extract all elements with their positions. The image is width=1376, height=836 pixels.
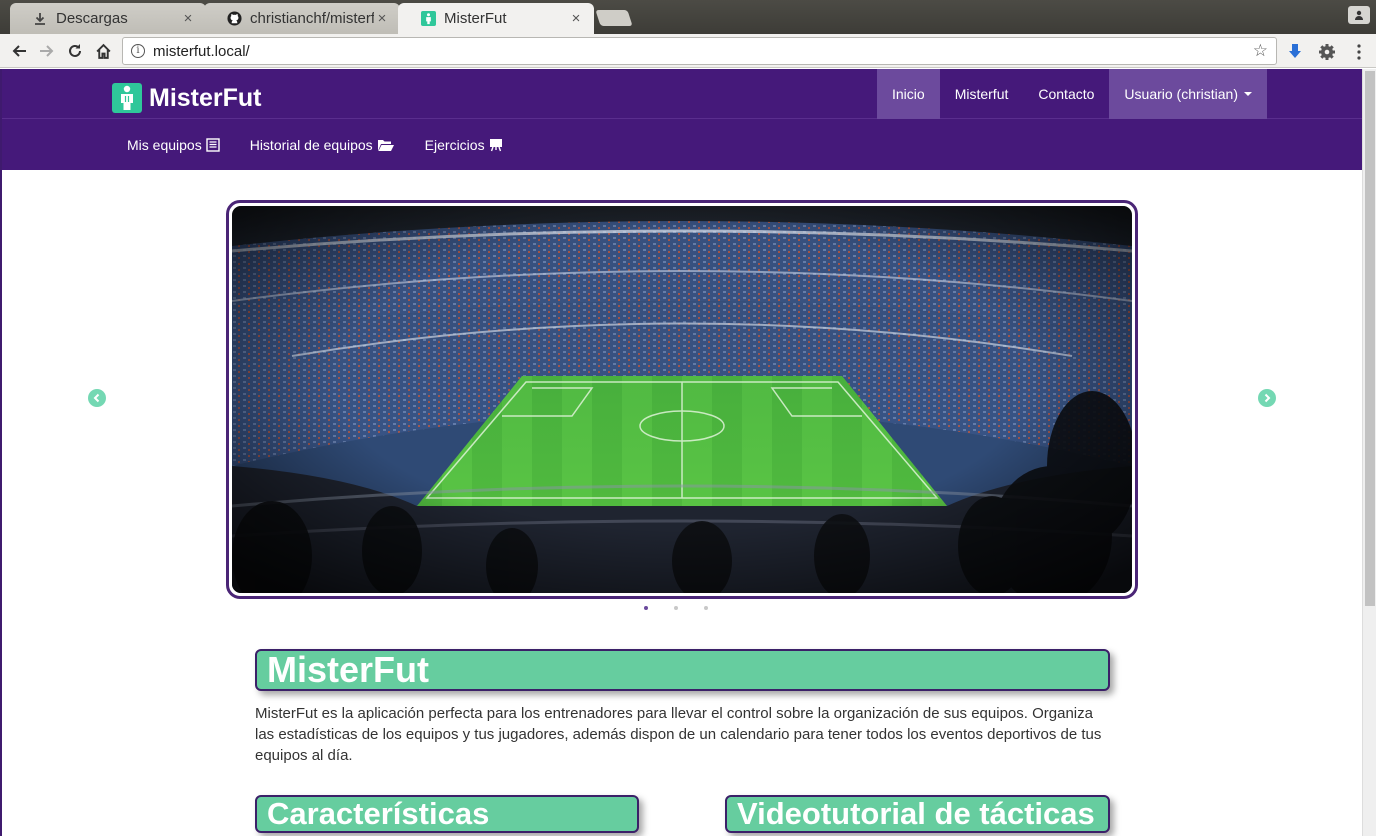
arrow-left-icon [12, 45, 26, 57]
user-menu-dropdown[interactable]: Usuario (christian) [1109, 69, 1268, 119]
folder-open-icon [377, 138, 395, 152]
brand[interactable]: MisterFut [112, 83, 262, 113]
caret-down-icon [1244, 92, 1253, 96]
tab-title: MisterFut [444, 10, 507, 27]
user-icon [1355, 10, 1363, 20]
nav-contacto[interactable]: Contacto [1023, 69, 1109, 119]
nav-mis-equipos-label: Mis equipos [127, 137, 202, 153]
navbar-top: MisterFut Inicio Misterfut Contacto Usua… [2, 69, 1362, 119]
close-icon[interactable]: × [180, 10, 196, 27]
home-button[interactable] [90, 39, 116, 63]
nav-mis-equipos[interactable]: Mis equipos [112, 137, 235, 153]
browser-toolbar: i misterfut.local/ ☆ [0, 34, 1376, 68]
url-text[interactable]: misterfut.local/ [153, 43, 1253, 60]
nav-misterfut[interactable]: Misterfut [940, 69, 1024, 119]
extension-download-icon[interactable] [1285, 42, 1305, 62]
site-navbar: MisterFut Inicio Misterfut Contacto Usua… [2, 69, 1362, 170]
carousel-indicator-2[interactable] [674, 606, 678, 610]
nav-inicio[interactable]: Inicio [877, 69, 940, 119]
chevron-right-icon [1264, 393, 1271, 403]
reload-button[interactable] [62, 39, 88, 63]
github-icon [226, 11, 242, 27]
download-icon [32, 11, 48, 27]
stadium-image [232, 206, 1132, 593]
address-bar[interactable]: i misterfut.local/ ☆ [122, 37, 1277, 65]
tab-misterfut[interactable]: MisterFut × [398, 3, 594, 34]
extension-gear-icon[interactable] [1317, 42, 1337, 62]
secondary-nav: Mis equipos Historial de equipos Ejercic… [112, 120, 518, 170]
tab-descargas[interactable]: Descargas × [10, 3, 206, 34]
nav-ejercicios[interactable]: Ejercicios [410, 137, 518, 153]
nav-historial-label: Historial de equipos [249, 137, 373, 153]
bookmark-star-icon[interactable]: ☆ [1253, 41, 1268, 61]
features-heading: Características [255, 795, 639, 833]
blackboard-icon [489, 138, 503, 152]
scrollbar-thumb[interactable] [1365, 71, 1375, 606]
home-icon [95, 43, 111, 59]
carousel-indicator-3[interactable] [704, 606, 708, 610]
page-title: MisterFut [255, 649, 1110, 691]
page-viewport: MisterFut Inicio Misterfut Contacto Usua… [0, 69, 1376, 836]
vertical-scrollbar[interactable] [1362, 69, 1376, 836]
carousel-indicator-1[interactable] [644, 606, 648, 610]
carousel[interactable] [226, 200, 1138, 599]
new-tab-button[interactable] [595, 10, 633, 26]
brand-name[interactable]: MisterFut [149, 84, 262, 113]
nav-historial-equipos[interactable]: Historial de equipos [235, 137, 410, 153]
list-icon [206, 138, 220, 152]
arrow-right-icon [40, 45, 54, 57]
main-nav: Inicio Misterfut Contacto Usuario (chris… [877, 69, 1268, 119]
info-icon[interactable]: i [131, 44, 145, 58]
tab-github[interactable]: christianchf/misterfut × [204, 3, 400, 34]
close-icon[interactable]: × [568, 10, 584, 27]
chevron-left-icon [93, 393, 100, 403]
forward-button[interactable] [34, 39, 60, 63]
profile-button[interactable] [1348, 6, 1370, 24]
tab-title: Descargas [56, 10, 128, 27]
browser-tab-bar: Descargas × christianchf/misterfut × Mis… [0, 0, 1376, 34]
nav-ejercicios-label: Ejercicios [424, 137, 485, 153]
user-menu-label: Usuario (christian) [1124, 86, 1239, 102]
browser-menu-icon[interactable] [1349, 42, 1369, 62]
page-border [0, 69, 2, 836]
video-tutorial-heading: Videotutorial de tácticas [725, 795, 1110, 833]
reload-icon [69, 44, 81, 57]
close-icon[interactable]: × [374, 10, 390, 27]
carousel-next-button[interactable] [1258, 389, 1276, 407]
carousel-indicators [644, 606, 708, 610]
intro-paragraph: MisterFut es la aplicación perfecta para… [255, 705, 1102, 764]
back-button[interactable] [6, 39, 32, 63]
tab-title: christianchf/misterfut [250, 10, 374, 27]
misterfut-favicon [420, 11, 436, 27]
misterfut-logo-icon [112, 83, 142, 113]
carousel-prev-button[interactable] [88, 389, 106, 407]
